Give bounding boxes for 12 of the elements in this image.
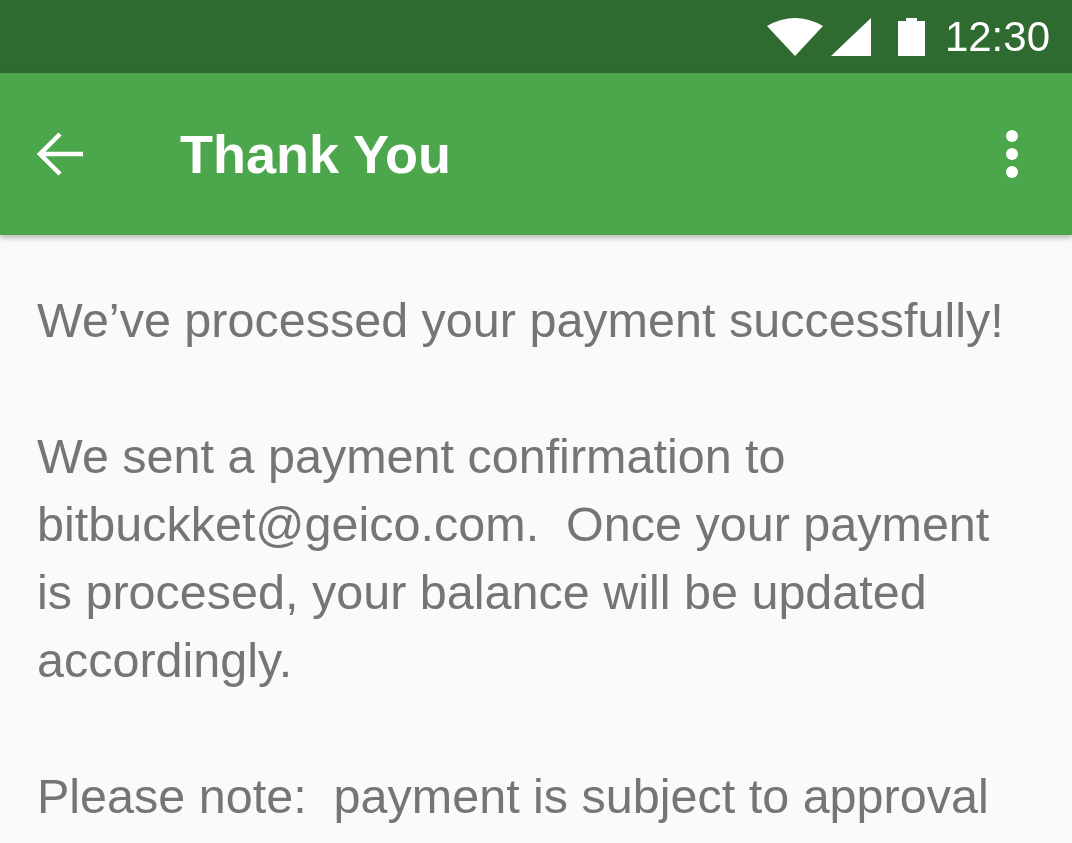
message-paragraph: We sent a payment confirmation to bitbuckket@geico.com. Once your payment is procesed, your balance will be updated accordingly. — [37, 428, 991, 689]
more-vertical-icon — [1004, 130, 1020, 178]
battery-icon — [897, 17, 925, 56]
overflow-menu-button[interactable] — [1004, 130, 1020, 178]
signal-icon — [830, 17, 871, 56]
screen-title: Thank You — [180, 122, 452, 186]
wifi-icon — [766, 17, 823, 56]
message-paragraph: We’ve processed your payment successfully! — [37, 292, 1005, 349]
back-arrow-icon — [37, 130, 85, 178]
message-paragraph: Please note: payment is subject to approval — [37, 768, 990, 825]
status-time: 12:30 — [944, 15, 1050, 58]
back-button[interactable] — [37, 130, 85, 178]
